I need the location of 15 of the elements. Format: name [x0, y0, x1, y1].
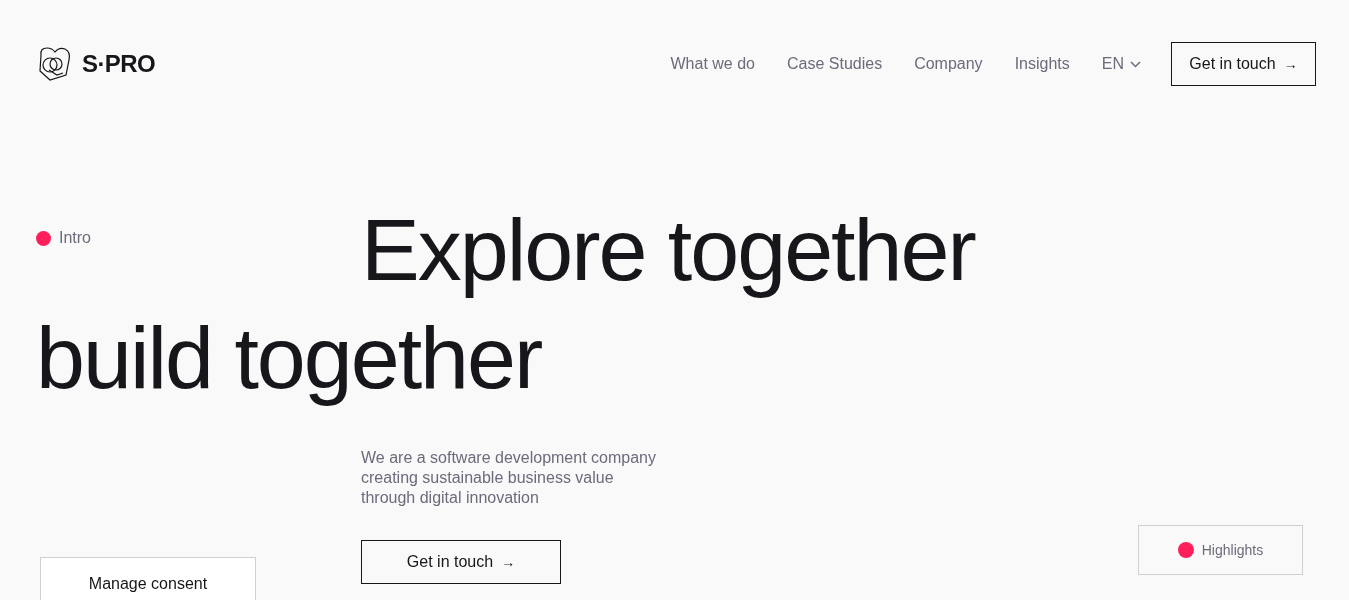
get-in-touch-button[interactable]: Get in touch → — [1171, 42, 1316, 86]
language-selector[interactable]: EN — [1101, 52, 1141, 76]
nav-link[interactable]: Company — [914, 52, 983, 76]
nav-link[interactable]: What we do — [670, 52, 755, 76]
headline: build together — [36, 307, 543, 409]
nav-link[interactable]: Case Studies — [786, 52, 883, 76]
logo-text[interactable]: S·PRO — [82, 46, 155, 82]
section-label: Intro — [59, 228, 91, 248]
description: We are a software development company creating sustainable business value through digital innovation — [361, 448, 657, 508]
headline: Explore together — [361, 199, 975, 301]
chevron-down-icon — [1130, 60, 1141, 68]
get-in-touch-button[interactable]: Get in touch → — [361, 540, 561, 584]
manage-consent-button[interactable]: Manage consent — [40, 557, 256, 600]
highlights-button[interactable]: Highlights — [1138, 525, 1303, 575]
nav-link[interactable]: Insights — [1014, 52, 1070, 76]
